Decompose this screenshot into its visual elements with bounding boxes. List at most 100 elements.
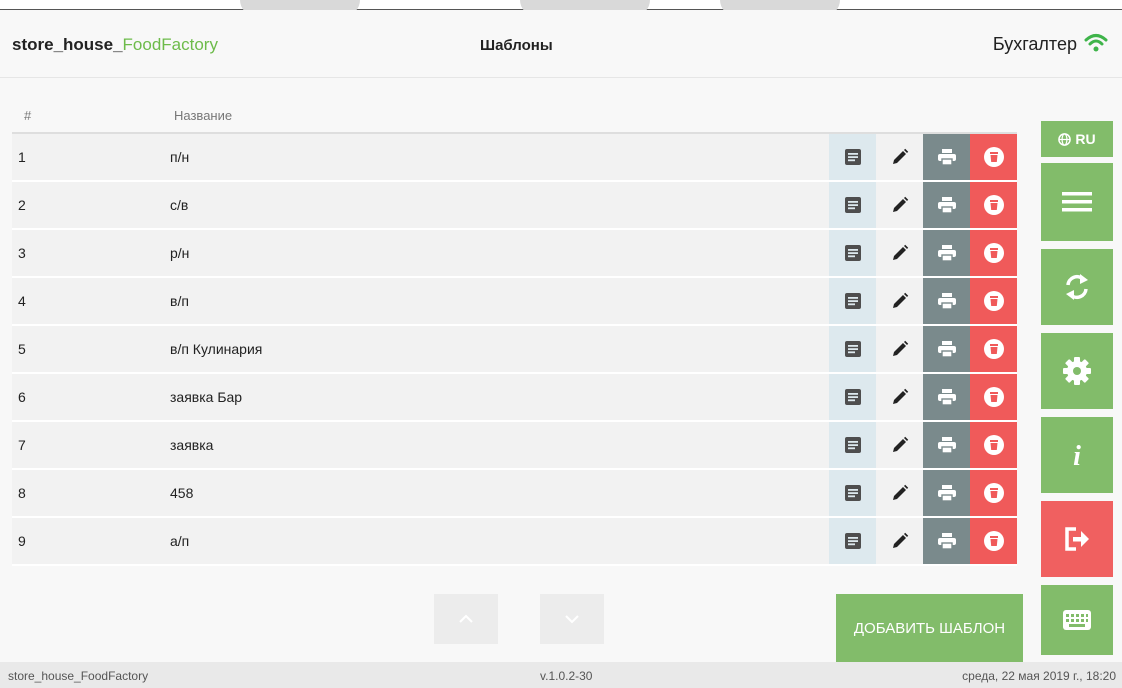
- trash-icon: [983, 243, 1004, 263]
- trash-icon: [983, 387, 1004, 407]
- settings-button[interactable]: [1041, 333, 1113, 409]
- trash-icon: [983, 147, 1004, 167]
- edit-template-button[interactable]: [876, 278, 923, 324]
- printer-icon: [937, 485, 956, 501]
- templates-table: # Название 1 п/н 2 с/в 3 р/н 4 в/п 5 в/п Кулинари…: [12, 78, 1017, 566]
- chevron-down-icon: [565, 615, 579, 624]
- view-template-button[interactable]: [829, 278, 876, 324]
- pencil-icon: [891, 148, 909, 166]
- document-icon: [844, 389, 861, 405]
- document-icon: [844, 341, 861, 357]
- edit-template-button[interactable]: [876, 134, 923, 180]
- table-row[interactable]: 5 в/п Кулинария: [12, 326, 1017, 374]
- print-template-button[interactable]: [923, 422, 970, 468]
- document-icon: [844, 437, 861, 453]
- row-template-name: п/н: [170, 149, 190, 165]
- table-row[interactable]: 2 с/в: [12, 182, 1017, 230]
- delete-template-button[interactable]: [970, 470, 1017, 516]
- logout-button[interactable]: [1041, 501, 1113, 577]
- view-template-button[interactable]: [829, 518, 876, 564]
- row-template-name: заявка Бар: [170, 389, 243, 405]
- table-row[interactable]: 8 458: [12, 470, 1017, 518]
- sync-icon: [1066, 274, 1088, 300]
- row-number: 1: [18, 149, 26, 165]
- trash-icon: [983, 291, 1004, 311]
- delete-template-button[interactable]: [970, 422, 1017, 468]
- row-number: 9: [18, 533, 26, 549]
- view-template-button[interactable]: [829, 374, 876, 420]
- brand-logo: store_house_FoodFactory: [12, 35, 218, 55]
- edit-template-button[interactable]: [876, 182, 923, 228]
- gear-icon: [1063, 357, 1091, 385]
- row-template-name: р/н: [170, 245, 190, 261]
- language-label: RU: [1075, 131, 1096, 147]
- row-template-name: заявка: [170, 437, 214, 453]
- view-template-button[interactable]: [829, 230, 876, 276]
- print-template-button[interactable]: [923, 326, 970, 372]
- delete-template-button[interactable]: [970, 278, 1017, 324]
- app-window: store_house_FoodFactory Шаблоны Бухгалте…: [0, 10, 1122, 688]
- logout-icon: [1065, 527, 1089, 551]
- view-template-button[interactable]: [829, 134, 876, 180]
- table-row[interactable]: 3 р/н: [12, 230, 1017, 278]
- scroll-down-button[interactable]: [540, 594, 604, 644]
- view-template-button[interactable]: [829, 422, 876, 468]
- scroll-up-button[interactable]: [434, 594, 498, 644]
- document-icon: [844, 533, 861, 549]
- pencil-icon: [891, 340, 909, 358]
- print-template-button[interactable]: [923, 230, 970, 276]
- pencil-icon: [891, 532, 909, 550]
- document-icon: [844, 293, 861, 309]
- table-row[interactable]: 9 а/п: [12, 518, 1017, 566]
- footer-datetime: среда, 22 мая 2019 г., 18:20: [962, 669, 1116, 683]
- print-template-button[interactable]: [923, 278, 970, 324]
- add-template-button[interactable]: ДОБАВИТЬ ШАБЛОН: [836, 594, 1023, 662]
- menu-button[interactable]: [1041, 163, 1113, 241]
- sync-button[interactable]: [1041, 249, 1113, 325]
- delete-template-button[interactable]: [970, 182, 1017, 228]
- delete-template-button[interactable]: [970, 134, 1017, 180]
- row-template-name: в/п: [170, 293, 189, 309]
- user-role: Бухгалтер: [992, 34, 1077, 54]
- trash-icon: [983, 195, 1004, 215]
- print-template-button[interactable]: [923, 374, 970, 420]
- pencil-icon: [891, 292, 909, 310]
- print-template-button[interactable]: [923, 518, 970, 564]
- edit-template-button[interactable]: [876, 422, 923, 468]
- row-number: 2: [18, 197, 26, 213]
- info-button[interactable]: i: [1041, 417, 1113, 493]
- table-row[interactable]: 7 заявка: [12, 422, 1017, 470]
- printer-icon: [937, 293, 956, 309]
- trash-icon: [983, 339, 1004, 359]
- print-template-button[interactable]: [923, 134, 970, 180]
- printer-icon: [937, 341, 956, 357]
- edit-template-button[interactable]: [876, 470, 923, 516]
- table-row[interactable]: 6 заявка Бар: [12, 374, 1017, 422]
- table-row[interactable]: 1 п/н: [12, 134, 1017, 182]
- table-header: # Название: [12, 78, 1017, 134]
- print-template-button[interactable]: [923, 182, 970, 228]
- print-template-button[interactable]: [923, 470, 970, 516]
- view-template-button[interactable]: [829, 470, 876, 516]
- document-icon: [844, 485, 861, 501]
- edit-template-button[interactable]: [876, 230, 923, 276]
- pencil-icon: [891, 388, 909, 406]
- delete-template-button[interactable]: [970, 230, 1017, 276]
- row-template-name: с/в: [170, 197, 189, 213]
- edit-template-button[interactable]: [876, 326, 923, 372]
- view-template-button[interactable]: [829, 182, 876, 228]
- table-body: 1 п/н 2 с/в 3 р/н 4 в/п 5 в/п Кулинария 6 заявка Ба…: [12, 134, 1017, 566]
- delete-template-button[interactable]: [970, 518, 1017, 564]
- edit-template-button[interactable]: [876, 374, 923, 420]
- delete-template-button[interactable]: [970, 326, 1017, 372]
- language-button[interactable]: RU: [1041, 121, 1113, 157]
- table-row[interactable]: 4 в/п: [12, 278, 1017, 326]
- column-number-header: #: [24, 108, 32, 123]
- brand-name: store_house_: [12, 35, 123, 54]
- view-template-button[interactable]: [829, 326, 876, 372]
- delete-template-button[interactable]: [970, 374, 1017, 420]
- edit-template-button[interactable]: [876, 518, 923, 564]
- row-template-name: в/п Кулинария: [170, 341, 263, 357]
- chevron-up-icon: [459, 614, 473, 623]
- keyboard-button[interactable]: [1041, 585, 1113, 655]
